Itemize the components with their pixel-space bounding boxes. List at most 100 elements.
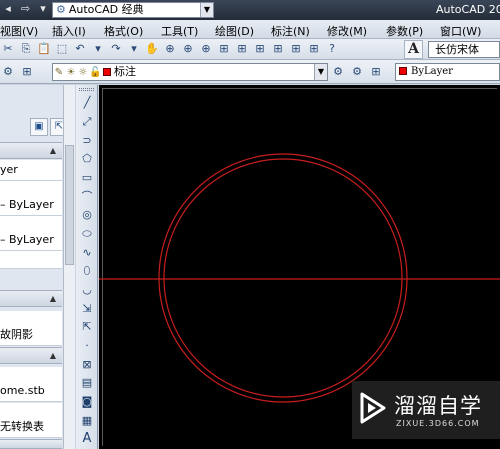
undo-dropdown-icon[interactable]: ▾ bbox=[90, 41, 106, 57]
menu-parametric[interactable]: 参数(P) bbox=[386, 23, 423, 39]
ellipse-arc-icon[interactable]: ◡ bbox=[79, 282, 95, 298]
layer-on-icon: ✎ bbox=[54, 67, 64, 78]
layer-select[interactable]: ✎ ☀ ☼ 🔓 标注 ▼ bbox=[52, 63, 328, 81]
menu-insert[interactable]: 插入(I) bbox=[52, 23, 86, 39]
gear-icon: ⚙ bbox=[56, 3, 66, 16]
ellipse-icon[interactable]: ⬯ bbox=[79, 263, 95, 279]
app-title: AutoCAD 201 bbox=[436, 3, 500, 16]
layer-states-icon[interactable]: ⊞ bbox=[19, 64, 35, 80]
chevron-down-icon[interactable]: ▼ bbox=[314, 64, 327, 80]
menu-modify[interactable]: 修改(M) bbox=[327, 23, 367, 39]
help-icon[interactable]: ? bbox=[324, 41, 340, 57]
menu-tools[interactable]: 工具(T) bbox=[161, 23, 198, 39]
draw-toolbar: ╱ ⤢ ⊃ ⬠ ▭ ⌒ ◎ ⬭ ∿ ⬯ ◡ ⇲ ⇱ · ⊠ ▤ ◙ ▦ A bbox=[76, 85, 98, 449]
rectangle-icon[interactable]: ▭ bbox=[79, 170, 95, 186]
menu-dimension[interactable]: 标注(N) bbox=[271, 23, 310, 39]
zoom-realtime-icon[interactable]: ⊕ bbox=[162, 41, 178, 57]
property-empty-row[interactable] bbox=[0, 251, 62, 269]
point-icon[interactable]: · bbox=[79, 338, 95, 354]
toggle-pickadd-icon[interactable]: ▣ bbox=[30, 118, 48, 136]
undo-icon[interactable]: ↶ bbox=[72, 41, 88, 57]
redo-dropdown-icon[interactable]: ▾ bbox=[126, 41, 142, 57]
forward-arrow-icon[interactable]: ⇨ bbox=[20, 2, 32, 15]
freeze-icon: ☼ bbox=[78, 67, 88, 78]
watermark-url: ZIXUE.3D66.COM bbox=[396, 419, 480, 428]
property-lineweight-value[interactable]: – ByLayer bbox=[0, 230, 62, 251]
watermark-brand: 溜溜自学 bbox=[394, 394, 482, 418]
make-block-icon[interactable]: ⇱ bbox=[79, 319, 95, 335]
quick-access-toolbar[interactable]: ◂ ⇨ ▾ bbox=[0, 2, 50, 18]
layer-isolate-icon[interactable]: ⊞ bbox=[368, 64, 384, 80]
multiline-text-icon[interactable]: A bbox=[79, 431, 95, 447]
property-blank bbox=[0, 367, 62, 381]
menu-format[interactable]: 格式(O) bbox=[104, 23, 143, 39]
arc-icon[interactable]: ⌒ bbox=[79, 189, 95, 205]
property-blank bbox=[0, 311, 62, 325]
line-tool-icon[interactable]: ╱ bbox=[79, 95, 95, 111]
chevron-down-icon[interactable]: ▼ bbox=[200, 3, 213, 17]
color-select[interactable]: ByLayer bbox=[395, 63, 500, 81]
region-icon[interactable]: ◙ bbox=[79, 394, 95, 410]
layer-properties-icon[interactable]: ⚙ bbox=[0, 64, 16, 80]
sheet-set-icon[interactable]: ⊞ bbox=[270, 41, 286, 57]
property-shadow-value[interactable]: 故阴影 bbox=[0, 325, 62, 346]
hatch-icon[interactable]: ⊠ bbox=[79, 357, 95, 373]
standard-toolbar: ✂ ⎘ 📋 ⬚ ↶ ▾ ↷ ▾ ✋ ⊕ ⊕ ⊕ ⊞ ⊞ ⊞ ⊞ ⊞ ⊞ ? A … bbox=[0, 39, 500, 60]
color-swatch bbox=[399, 67, 407, 75]
property-plot-style-value[interactable]: ome.stb bbox=[0, 381, 62, 402]
property-linetype-value[interactable]: – ByLayer bbox=[0, 195, 62, 216]
paste-icon[interactable]: 📋 bbox=[36, 41, 52, 57]
pan-hand-icon[interactable]: ✋ bbox=[144, 41, 160, 57]
collapse-icon[interactable]: ▲ bbox=[50, 146, 56, 155]
watermark: 溜溜自学 ZIXUE.3D66.COM bbox=[352, 381, 500, 439]
circle-icon[interactable]: ◎ bbox=[79, 207, 95, 223]
spline-icon[interactable]: ∿ bbox=[79, 245, 95, 261]
revision-cloud-icon[interactable]: ⬭ bbox=[79, 226, 95, 242]
copy-icon[interactable]: ⎘ bbox=[18, 41, 34, 57]
section-general-header[interactable]: ▲ bbox=[0, 142, 62, 159]
text-style-button[interactable]: A bbox=[404, 40, 423, 59]
outer-circle[interactable] bbox=[158, 153, 408, 403]
inner-circle[interactable] bbox=[163, 158, 403, 398]
sun-icon: ☀ bbox=[66, 67, 76, 78]
zoom-previous-icon[interactable]: ⊕ bbox=[198, 41, 214, 57]
design-center-icon[interactable]: ⊞ bbox=[234, 41, 250, 57]
workspace-select[interactable]: ⚙ AutoCAD 经典 ▼ bbox=[52, 2, 214, 18]
property-layer-value[interactable]: yer bbox=[0, 160, 62, 181]
menu-window[interactable]: 窗口(W) bbox=[440, 23, 481, 39]
property-plot-table-value[interactable]: 无转换表 bbox=[0, 417, 62, 438]
property-blank bbox=[0, 216, 62, 230]
collapse-icon[interactable]: ▲ bbox=[50, 351, 56, 360]
palette-scrollbar[interactable] bbox=[63, 85, 75, 449]
construction-line-icon[interactable]: ⤢ bbox=[79, 114, 95, 130]
back-arrow-icon[interactable]: ◂ bbox=[2, 2, 14, 15]
tool-palettes-icon[interactable]: ⊞ bbox=[252, 41, 268, 57]
calculator-icon[interactable]: ⊞ bbox=[306, 41, 322, 57]
cut-icon[interactable]: ✂ bbox=[0, 41, 16, 57]
scrollbar-thumb[interactable] bbox=[65, 145, 74, 265]
layer-color-swatch bbox=[103, 68, 111, 76]
workspace-value: AutoCAD 经典 bbox=[68, 3, 144, 16]
properties-icon[interactable]: ⊞ bbox=[216, 41, 232, 57]
toolbar-grip[interactable] bbox=[79, 88, 94, 91]
zoom-window-icon[interactable]: ⊕ bbox=[180, 41, 196, 57]
insert-block-icon[interactable]: ⇲ bbox=[79, 301, 95, 317]
polygon-icon[interactable]: ⬠ bbox=[79, 151, 95, 167]
section-3d-header[interactable]: ▲ bbox=[0, 290, 62, 307]
layer-previous-icon[interactable]: ⚙ bbox=[349, 64, 365, 80]
collapse-icon[interactable]: ▲ bbox=[50, 294, 56, 303]
markup-icon[interactable]: ⊞ bbox=[288, 41, 304, 57]
table-icon[interactable]: ▦ bbox=[79, 413, 95, 429]
text-style-select[interactable]: 长仿宋体 bbox=[428, 41, 500, 58]
menu-view[interactable]: 视图(V) bbox=[0, 23, 38, 39]
section-view-header[interactable] bbox=[0, 439, 62, 449]
polyline-icon[interactable]: ⊃ bbox=[79, 133, 95, 149]
redo-icon[interactable]: ↷ bbox=[108, 41, 124, 57]
match-properties-icon[interactable]: ⬚ bbox=[54, 41, 70, 57]
menu-draw[interactable]: 绘图(D) bbox=[215, 23, 254, 39]
make-current-icon[interactable]: ⚙ bbox=[330, 64, 346, 80]
property-blank bbox=[0, 181, 62, 195]
section-plot-header[interactable]: ▲ bbox=[0, 347, 62, 364]
gradient-icon[interactable]: ▤ bbox=[79, 375, 95, 391]
dropdown-arrow-icon[interactable]: ▾ bbox=[37, 2, 49, 15]
